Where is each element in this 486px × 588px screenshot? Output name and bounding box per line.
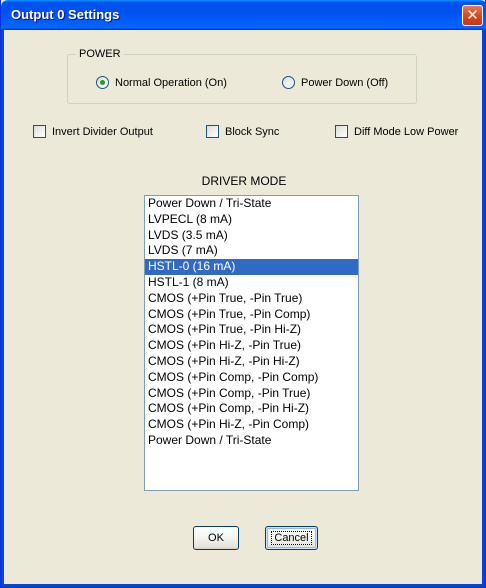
list-item[interactable]: HSTL-1 (8 mA) xyxy=(145,275,358,291)
invert-divider-checkbox[interactable]: Invert Divider Output xyxy=(33,125,153,138)
title-bar[interactable]: Output 0 Settings ✕ xyxy=(1,0,486,30)
diff-mode-label: Diff Mode Low Power xyxy=(354,125,459,138)
ok-button-label: OK xyxy=(208,532,224,544)
power-group-label: POWER xyxy=(76,48,124,60)
list-item[interactable]: CMOS (+Pin True, -Pin Hi-Z) xyxy=(145,322,358,338)
block-sync-box[interactable] xyxy=(206,125,219,138)
cancel-button[interactable]: Cancel xyxy=(265,526,318,550)
list-item[interactable]: CMOS (+Pin Hi-Z, -Pin True) xyxy=(145,338,358,354)
list-item[interactable]: Power Down / Tri-State xyxy=(145,433,358,449)
list-item[interactable]: Power Down / Tri-State xyxy=(145,196,358,212)
driver-mode-listbox[interactable]: Power Down / Tri-State LVPECL (8 mA) LVDS … xyxy=(144,195,359,491)
close-icon[interactable]: ✕ xyxy=(462,5,483,26)
diff-mode-checkbox[interactable]: Diff Mode Low Power xyxy=(335,125,458,138)
invert-divider-box[interactable] xyxy=(33,125,46,138)
block-sync-checkbox[interactable]: Block Sync xyxy=(206,125,279,138)
radio-selected-dot xyxy=(100,80,105,85)
list-item[interactable]: CMOS (+Pin Hi-Z, -Pin Hi-Z) xyxy=(145,354,358,370)
block-sync-label: Block Sync xyxy=(225,125,280,138)
diff-mode-box[interactable] xyxy=(335,125,348,138)
radio-down-circle[interactable] xyxy=(282,76,295,89)
ok-button[interactable]: OK xyxy=(193,526,239,550)
radio-normal-label: Normal Operation (On) xyxy=(115,76,227,89)
invert-divider-label: Invert Divider Output xyxy=(52,125,153,138)
list-item[interactable]: CMOS (+Pin Comp, -Pin True) xyxy=(145,386,358,402)
list-item[interactable]: HSTL-0 (16 mA) xyxy=(145,259,358,275)
list-item[interactable]: LVPECL (8 mA) xyxy=(145,212,358,228)
list-item[interactable]: LVDS (3.5 mA) xyxy=(145,228,358,244)
radio-normal-circle[interactable] xyxy=(96,76,109,89)
list-item[interactable]: CMOS (+Pin True, -Pin Comp) xyxy=(145,307,358,323)
window-title: Output 0 Settings xyxy=(11,7,120,22)
settings-dialog: Output 0 Settings ✕ POWER Normal Operati… xyxy=(0,0,486,588)
radio-power-down[interactable]: Power Down (Off) xyxy=(282,76,388,89)
cancel-button-label: Cancel xyxy=(271,531,312,545)
list-item[interactable]: LVDS (7 mA) xyxy=(145,243,358,259)
list-item[interactable]: CMOS (+Pin True, -Pin True) xyxy=(145,291,358,307)
list-item[interactable]: CMOS (+Pin Hi-Z, -Pin Comp) xyxy=(145,417,358,433)
radio-down-label: Power Down (Off) xyxy=(301,76,389,89)
list-item[interactable]: CMOS (+Pin Comp, -Pin Comp) xyxy=(145,370,358,386)
radio-normal-operation[interactable]: Normal Operation (On) xyxy=(96,76,227,89)
power-groupbox: POWER Normal Operation (On) Power Down (… xyxy=(67,48,417,104)
list-item[interactable]: CMOS (+Pin Comp, -Pin Hi-Z) xyxy=(145,401,358,417)
driver-mode-title: DRIVER MODE xyxy=(201,174,287,188)
